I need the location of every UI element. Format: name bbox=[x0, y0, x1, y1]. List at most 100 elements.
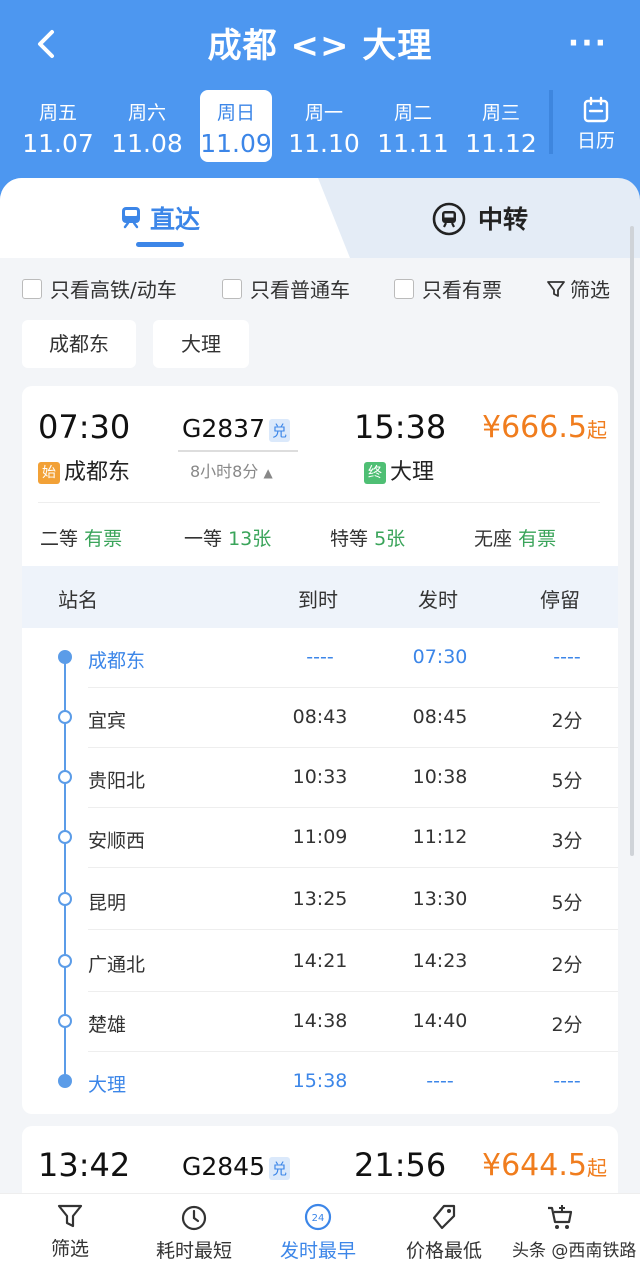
date-item-1110[interactable]: 周一 11.10 bbox=[288, 90, 360, 162]
tab-transfer[interactable]: 中转 bbox=[478, 200, 528, 236]
stopwatch-icon bbox=[181, 1205, 207, 1231]
calendar-icon bbox=[583, 96, 609, 123]
station-chip-chengdudong[interactable]: 成都东 bbox=[22, 320, 136, 368]
stop-depart: 07:30 bbox=[412, 646, 468, 668]
stop-name: 成都东 bbox=[88, 650, 146, 672]
watermark: 头条 @西南铁路 bbox=[512, 1241, 637, 1261]
travel-duration[interactable]: 8小时8分 ▲ bbox=[190, 458, 273, 482]
date-item-1111[interactable]: 周二 11.11 bbox=[377, 90, 449, 162]
header-depart: 发时 bbox=[418, 588, 458, 612]
cart-button[interactable] bbox=[510, 1202, 610, 1236]
bottom-sort-bar: 筛选 耗时最短 24 发时最早 价格最低 bbox=[0, 1193, 640, 1273]
seat-class: 二等 bbox=[40, 528, 79, 550]
filter-label: 只看高铁/动车 bbox=[50, 278, 177, 302]
stop-depart: 14:40 bbox=[412, 1010, 468, 1032]
filter-normal-train-checkbox[interactable]: 只看普通车 bbox=[222, 274, 350, 303]
stop-duration: ---- bbox=[553, 1070, 581, 1092]
weekday-label: 周一 bbox=[304, 102, 343, 124]
filter-has-ticket-checkbox[interactable]: 只看有票 bbox=[394, 274, 502, 303]
duration-text: 8小时8分 bbox=[190, 462, 259, 481]
filter-button[interactable]: 筛选 bbox=[546, 274, 610, 303]
calendar-button[interactable]: 日历 bbox=[562, 96, 630, 153]
tab-direct-label: 直达 bbox=[150, 205, 201, 234]
departure-time: 07:30 bbox=[38, 408, 131, 446]
train-card-g2837[interactable]: 07:30 G2837 兑 8小时8分 ▲ 15:38 ¥666.5起 始成都东 … bbox=[22, 386, 618, 1114]
station-chip-dali[interactable]: 大理 bbox=[153, 320, 249, 368]
date-label: 11.09 bbox=[200, 129, 272, 158]
date-selector: 周五 11.07 周六 11.08 周日 11.09 周一 11.10 周二 1… bbox=[0, 90, 640, 162]
station-dot-icon bbox=[58, 770, 72, 784]
departure-time: 13:42 bbox=[38, 1146, 131, 1184]
price-suffix: 起 bbox=[586, 1156, 607, 1180]
stop-arrive: 15:38 bbox=[292, 1070, 348, 1092]
weekday-label: 周五 bbox=[38, 102, 77, 124]
stop-depart: 10:38 bbox=[412, 766, 468, 788]
row-divider bbox=[88, 929, 618, 930]
seat-class: 特等 bbox=[330, 528, 369, 550]
date-item-1107[interactable]: 周五 11.07 bbox=[22, 90, 94, 162]
duration-line bbox=[178, 450, 298, 452]
filter-label: 筛选 bbox=[570, 278, 610, 302]
sort-shortest-button[interactable]: 耗时最短 bbox=[134, 1202, 254, 1263]
scrollbar[interactable] bbox=[630, 226, 634, 856]
origin-name: 成都东 bbox=[64, 460, 131, 485]
date-label: 11.10 bbox=[288, 129, 360, 158]
tab-active-indicator bbox=[136, 242, 184, 247]
price-tag-icon bbox=[432, 1204, 456, 1230]
date-label: 11.08 bbox=[111, 129, 183, 158]
stop-depart: 14:23 bbox=[412, 950, 468, 972]
sort-label: 发时最早 bbox=[279, 1240, 356, 1262]
exchange-badge: 兑 bbox=[269, 1156, 291, 1180]
station-dot-icon bbox=[58, 892, 72, 906]
stop-duration: 3分 bbox=[551, 830, 583, 852]
stops-table-header: 站名 到时 发时 停留 bbox=[22, 566, 618, 628]
stop-arrive: 14:21 bbox=[292, 950, 348, 972]
table-row: 宜宾 08:43 08:45 2分 bbox=[22, 688, 618, 748]
stop-name: 广通北 bbox=[88, 954, 146, 976]
stop-name: 大理 bbox=[88, 1074, 127, 1096]
train-card-g2845[interactable]: 13:42 G2845 兑 21:56 ¥644.5起 bbox=[22, 1126, 618, 1196]
sort-filter-button[interactable]: 筛选 bbox=[10, 1202, 130, 1261]
station-dot-icon bbox=[58, 954, 72, 968]
stop-arrive: ---- bbox=[306, 646, 334, 668]
destination-station: 终大理 bbox=[364, 454, 434, 486]
stop-duration: 2分 bbox=[551, 1014, 583, 1036]
table-row: 成都东 ---- 07:30 ---- bbox=[22, 628, 618, 688]
checkbox-icon bbox=[394, 278, 414, 299]
seat-status: 5张 bbox=[374, 528, 406, 550]
table-row: 昆明 13:25 13:30 5分 bbox=[22, 870, 618, 930]
sort-label: 价格最低 bbox=[405, 1240, 482, 1262]
date-item-1108[interactable]: 周六 11.08 bbox=[111, 90, 183, 162]
card-divider bbox=[38, 502, 600, 503]
more-menu-icon[interactable]: ··· bbox=[568, 26, 608, 61]
price-value: ¥666.5 bbox=[482, 410, 587, 445]
checkbox-icon bbox=[22, 278, 42, 299]
table-row: 大理 15:38 ---- ---- bbox=[22, 1052, 618, 1112]
stop-arrive: 08:43 bbox=[292, 706, 348, 728]
sort-cheapest-button[interactable]: 价格最低 bbox=[384, 1202, 504, 1263]
sort-label: 筛选 bbox=[50, 1238, 89, 1260]
filter-icon bbox=[57, 1204, 83, 1228]
weekday-label: 周二 bbox=[393, 102, 432, 124]
date-divider bbox=[549, 90, 553, 154]
price-value: ¥644.5 bbox=[482, 1148, 587, 1183]
stop-name: 宜宾 bbox=[88, 710, 127, 732]
seat-second-class: 二等 有票 bbox=[40, 524, 122, 551]
sort-earliest-button[interactable]: 24 发时最早 bbox=[258, 1202, 378, 1263]
arrival-time: 21:56 bbox=[354, 1146, 447, 1184]
stop-arrive: 10:33 bbox=[292, 766, 348, 788]
end-badge: 终 bbox=[364, 462, 386, 484]
date-item-1109-selected[interactable]: 周日 11.09 bbox=[200, 90, 272, 162]
cart-icon bbox=[548, 1205, 573, 1229]
date-label: 11.07 bbox=[22, 129, 94, 158]
checkbox-icon bbox=[222, 278, 242, 299]
date-item-1112[interactable]: 周三 11.12 bbox=[465, 90, 537, 162]
seat-status: 有票 bbox=[84, 528, 123, 550]
filter-high-speed-checkbox[interactable]: 只看高铁/动车 bbox=[22, 274, 177, 303]
train-number-text: G2845 bbox=[182, 1152, 265, 1181]
stop-duration: ---- bbox=[553, 646, 581, 668]
calendar-label: 日历 bbox=[576, 130, 615, 152]
transfer-train-icon bbox=[432, 202, 466, 236]
seat-class: 无座 bbox=[474, 528, 513, 550]
exchange-badge: 兑 bbox=[269, 418, 291, 442]
